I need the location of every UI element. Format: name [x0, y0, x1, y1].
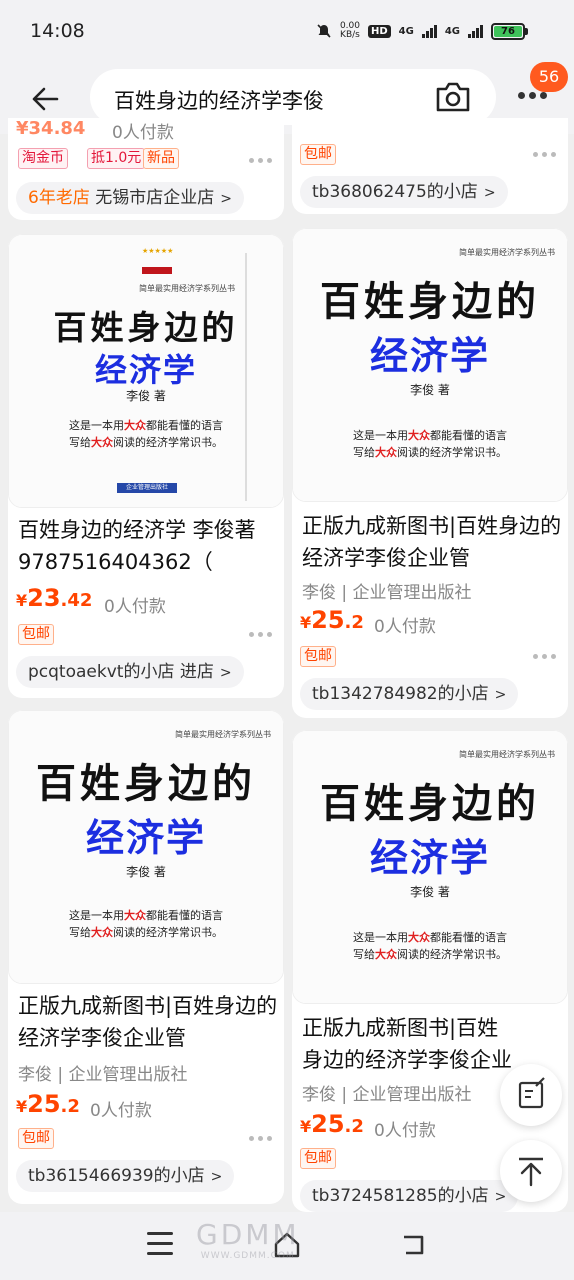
product-price: ¥25.2	[300, 1110, 364, 1138]
cover-author: 李俊 著	[410, 885, 450, 899]
cover-title: 百姓身边的	[320, 780, 540, 827]
cover-subtitle: 经济学	[369, 836, 490, 880]
shop-link[interactable]: tb1342784982的小店 >	[300, 678, 519, 710]
book-cover: 简单最实用经济学系列丛书 百姓身边的 经济学 李俊 著 这是一本用大众都能看懂的…	[293, 229, 567, 501]
search-box[interactable]: 百姓身边的经济学李俊	[90, 69, 496, 125]
partial-item-card[interactable]: 包邮 tb368062475的小店 >	[292, 118, 568, 214]
status-icons: 0.00 KB/s HD 4G 4G 76	[316, 22, 528, 40]
search-query[interactable]: 百姓身边的经济学李俊	[114, 85, 324, 115]
signal-icon-2	[468, 24, 483, 38]
item-more-icon[interactable]	[533, 654, 556, 659]
back-to-top-button[interactable]	[500, 1140, 562, 1202]
battery-level: 76	[494, 25, 522, 37]
note-edit-button[interactable]	[500, 1064, 562, 1126]
free-shipping-tag: 包邮	[18, 624, 54, 645]
cover-subtitle: 经济学	[369, 334, 490, 378]
product-title[interactable]: 正版九成新图书|百姓身边的经济学李俊企业管	[18, 990, 280, 1054]
shop-link[interactable]: 6年老店 无锡市店企业店 >	[16, 182, 244, 214]
cover-desc: 这是一本用大众都能看懂的语言 写给大众阅读的经济学常识书。	[69, 419, 223, 449]
item-more-icon[interactable]	[249, 1136, 272, 1141]
item-more-icon[interactable]	[249, 158, 272, 163]
message-count-badge[interactable]: 56	[530, 62, 568, 92]
book-cover: 简单最实用经济学系列丛书 百姓身边的 经济学 李俊 著 这是一本用大众都能看懂的…	[9, 711, 283, 983]
back-icon[interactable]	[400, 1232, 428, 1258]
product-price: ¥23.42	[16, 584, 93, 612]
network-type-2: 4G	[444, 25, 460, 37]
status-bar: 14:08 0.00 KB/s HD 4G 4G 76	[0, 0, 574, 66]
cover-title: 百姓身边的	[36, 760, 256, 807]
free-shipping-tag: 包邮	[300, 646, 336, 667]
cover-subtitle: 经济学	[85, 816, 206, 860]
partial-paid: 0人付款	[112, 123, 174, 143]
product-image[interactable]: 简单最实用经济学系列丛书 百姓身边的 经济学 李俊 著 这是一本用大众都能看懂的…	[292, 228, 568, 502]
taojinbi-tag: 淘金币	[18, 148, 68, 169]
back-to-top-icon	[519, 1157, 543, 1187]
cover-series: 简单最实用经济学系列丛书	[175, 730, 271, 739]
network-type-1: 4G	[398, 25, 414, 37]
paid-count: 0人付款	[374, 617, 436, 637]
product-subtitle: 李俊 | 企业管理出版社	[302, 1085, 472, 1105]
shop-link[interactable]: pcqtoaekvt的小店 进店 >	[16, 656, 244, 688]
paid-count: 0人付款	[90, 1101, 152, 1121]
partial-item-card[interactable]: ¥34.84 0人付款 淘金币 抵1.0元 新品 6年老店 无锡市店企业店 >	[8, 118, 284, 220]
product-title[interactable]: 正版九成新图书|百姓身边的经济学李俊企业管	[302, 510, 564, 574]
product-image[interactable]: 简单最实用经济学系列丛书 百姓身边的 经济学 李俊 著 这是一本用大众都能看懂的…	[292, 730, 568, 1004]
cover-spine	[245, 253, 247, 501]
new-tag: 新品	[143, 148, 179, 169]
free-shipping-tag: 包邮	[300, 1148, 336, 1169]
product-subtitle: 李俊 | 企业管理出版社	[18, 1065, 188, 1085]
signal-icon	[421, 24, 437, 38]
cover-series: 简单最实用经济学系列丛书	[139, 284, 235, 293]
book-cover: ★★★★★ 简单最实用经济学系列丛书 百姓身边的 经济学 李俊 著 这是一本用大…	[9, 235, 283, 507]
camera-icon[interactable]	[434, 80, 472, 114]
back-arrow-icon[interactable]	[28, 82, 62, 116]
clock: 14:08	[30, 20, 85, 42]
product-image[interactable]: ★★★★★ 简单最实用经济学系列丛书 百姓身边的 经济学 李俊 著 这是一本用大…	[8, 234, 284, 508]
net-speed: 0.00 KB/s	[339, 21, 360, 40]
product-price: ¥25.2	[300, 606, 364, 634]
cover-desc: 这是一本用大众都能看懂的语言 写给大众阅读的经济学常识书。	[69, 909, 223, 939]
item-more-icon[interactable]	[249, 632, 272, 637]
mute-icon	[317, 24, 331, 38]
product-card[interactable]: 简单最实用经济学系列丛书 百姓身边的 经济学 李俊 著 这是一本用大众都能看懂的…	[8, 710, 284, 1204]
cover-series: 简单最实用经济学系列丛书	[459, 248, 555, 257]
cover-title: 百姓身边的	[320, 278, 540, 325]
cover-series: 简单最实用经济学系列丛书	[459, 750, 555, 759]
cover-author: 李俊 著	[126, 389, 166, 403]
hd-badge: HD	[367, 24, 391, 38]
product-subtitle: 李俊 | 企业管理出版社	[302, 583, 472, 603]
product-price: ¥25.2	[16, 1090, 80, 1118]
note-edit-icon	[518, 1077, 545, 1109]
stars-icon: ★★★★★	[142, 247, 174, 255]
watermark: GDMM WWW.GDMM.COM	[196, 1218, 300, 1261]
shop-link[interactable]: tb368062475的小店 >	[300, 176, 508, 208]
cover-author: 李俊 著	[410, 383, 450, 397]
product-card[interactable]: ★★★★★ 简单最实用经济学系列丛书 百姓身边的 经济学 李俊 著 这是一本用大…	[8, 234, 284, 698]
shop-link[interactable]: tb3724581285的小店 >	[300, 1180, 519, 1212]
product-card[interactable]: 简单最实用经济学系列丛书 百姓身边的 经济学 李俊 著 这是一本用大众都能看懂的…	[292, 228, 568, 718]
partial-price: ¥34.84	[16, 118, 86, 139]
item-more-icon[interactable]	[533, 152, 556, 157]
paid-count: 0人付款	[104, 597, 166, 617]
product-title[interactable]: 百姓身边的经济学 李俊著 9787516404362（	[18, 514, 280, 578]
product-image[interactable]: 简单最实用经济学系列丛书 百姓身边的 经济学 李俊 著 这是一本用大众都能看懂的…	[8, 710, 284, 984]
discount-tag: 抵1.0元	[87, 148, 146, 169]
shop-link[interactable]: tb3615466939的小店 >	[16, 1160, 235, 1192]
cover-author: 李俊 著	[126, 865, 166, 879]
paid-count: 0人付款	[374, 1121, 436, 1141]
free-shipping-tag: 包邮	[300, 144, 336, 165]
cover-desc: 这是一本用大众都能看懂的语言 写给大众阅读的经济学常识书。	[353, 429, 507, 459]
cover-desc: 这是一本用大众都能看懂的语言 写给大众阅读的经济学常识书。	[353, 931, 507, 961]
menu-icon[interactable]	[147, 1232, 173, 1256]
cover-publisher-logo: 企业管理出版社	[117, 483, 177, 493]
more-dots-icon[interactable]	[518, 92, 547, 99]
free-shipping-tag: 包邮	[18, 1128, 54, 1149]
cover-red-label	[142, 267, 172, 274]
cover-title: 百姓身边的	[53, 308, 239, 347]
book-cover: 简单最实用经济学系列丛书 百姓身边的 经济学 李俊 著 这是一本用大众都能看懂的…	[293, 731, 567, 1003]
product-title[interactable]: 正版九成新图书|百姓身边的经济学李俊企业管	[302, 1012, 512, 1076]
cover-subtitle: 经济学	[94, 351, 197, 389]
battery-icon: 76	[491, 22, 528, 40]
